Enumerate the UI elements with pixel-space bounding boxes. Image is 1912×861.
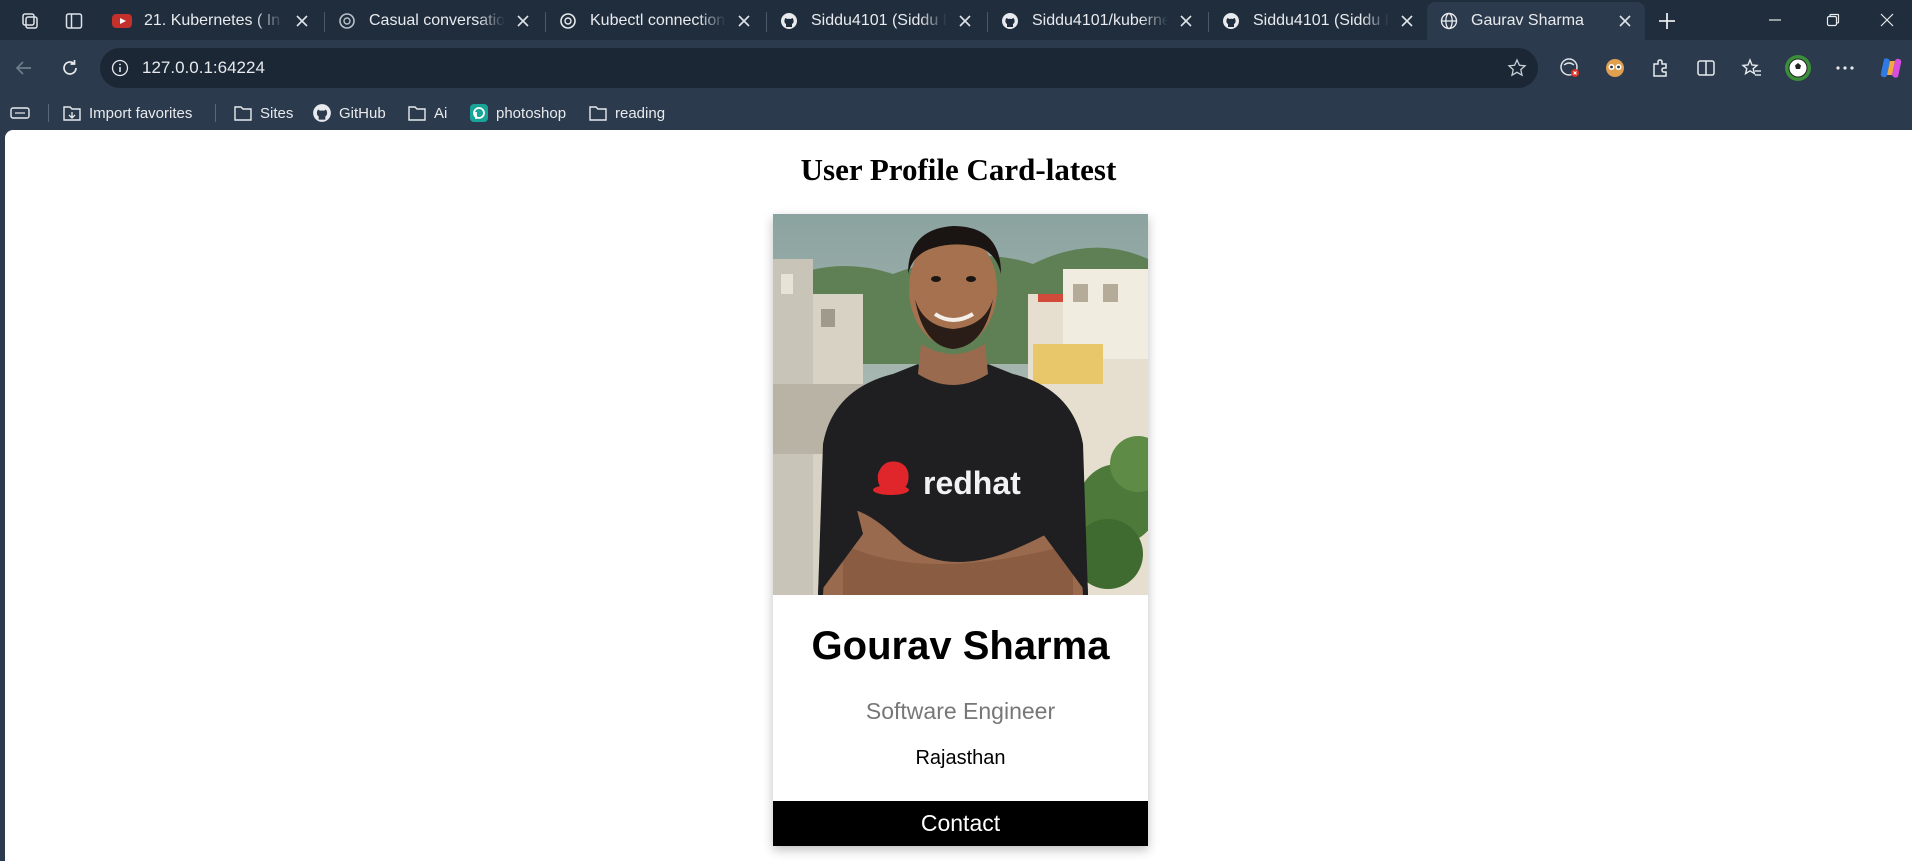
- bookmark-label: photoshop: [496, 104, 567, 122]
- extensions-puzzle-icon[interactable]: [1645, 53, 1675, 83]
- url-text[interactable]: 127.0.0.1:64224: [142, 58, 265, 78]
- close-tab-icon[interactable]: [955, 11, 975, 31]
- tab-title: Kubectl connection error: [590, 12, 726, 29]
- bookmark-import-favorites[interactable]: Import favorites: [62, 101, 192, 125]
- new-tab-plus-icon[interactable]: [1654, 8, 1680, 34]
- contact-button[interactable]: Contact: [773, 801, 1148, 846]
- chatgpt-icon: [558, 11, 578, 31]
- page-viewport: User Profile Card-latest redhat Gourav S…: [5, 130, 1912, 861]
- tablet-icon: [10, 103, 30, 123]
- tab-github-profile-2[interactable]: Siddu4101 (Siddu Patil): [1209, 2, 1427, 40]
- workspaces-icon[interactable]: [17, 8, 43, 34]
- tab-strip: 21. Kubernetes ( In Hindi ) Casual conve…: [0, 0, 1912, 40]
- tab-title: Gaurav Sharma: [1471, 12, 1584, 29]
- restore-icon[interactable]: [1804, 0, 1862, 40]
- bookmarks-bar: Import favorites Sites GitHub Ai photosh…: [0, 96, 1912, 130]
- site-info-icon[interactable]: [110, 58, 130, 78]
- bookmark-separator: [215, 104, 216, 122]
- close-tab-icon[interactable]: [734, 11, 754, 31]
- import-icon: [62, 103, 82, 123]
- tab-title: Siddu4101 (Siddu Patil): [1253, 12, 1389, 29]
- folder-icon: [233, 103, 253, 123]
- close-tab-icon[interactable]: [1397, 11, 1417, 31]
- profile-photo: redhat: [773, 214, 1148, 595]
- favorites-list-icon[interactable]: [1737, 53, 1767, 83]
- bookmark-folder-ai[interactable]: Ai: [407, 101, 447, 125]
- address-bar[interactable]: 127.0.0.1:64224: [100, 48, 1538, 88]
- chatgpt-icon: [337, 11, 357, 31]
- tab-kubectl-connection[interactable]: Kubectl connection error: [546, 2, 764, 40]
- folder-icon: [407, 103, 427, 123]
- refresh-icon[interactable]: [52, 50, 88, 86]
- photopea-icon: [469, 103, 489, 123]
- tab-title: Siddu4101 (Siddu Patil): [811, 12, 947, 29]
- close-tab-icon[interactable]: [513, 11, 533, 31]
- minimize-icon[interactable]: [1746, 0, 1804, 40]
- tracking-prevention-icon[interactable]: [1555, 53, 1585, 83]
- tab-kubernetes-video[interactable]: 21. Kubernetes ( In Hindi ): [100, 2, 322, 40]
- tab-github-profile[interactable]: Siddu4101 (Siddu Patil): [767, 2, 985, 40]
- profile-role: Software Engineer: [865, 698, 1056, 724]
- github-icon: [779, 11, 799, 31]
- tab-title: Siddu4101/kubernetes: [1032, 12, 1168, 29]
- profile-location: Rajasthan: [915, 747, 1006, 769]
- bookmark-separator: [48, 104, 49, 122]
- bookmark-label: GitHub: [339, 104, 386, 122]
- bookmark-label: Sites: [260, 104, 294, 122]
- split-screen-icon[interactable]: [1691, 53, 1721, 83]
- github-icon: [312, 103, 332, 123]
- navigation-toolbar: 127.0.0.1:64224: [0, 40, 1912, 96]
- profile-avatar-icon[interactable]: [1783, 53, 1813, 83]
- tab-title: Casual conversation starter: [369, 12, 505, 29]
- close-tab-icon[interactable]: [1615, 11, 1635, 31]
- tab-github-repo[interactable]: Siddu4101/kubernetes: [988, 2, 1206, 40]
- favorite-star-icon[interactable]: [1506, 57, 1528, 79]
- folder-icon: [588, 103, 608, 123]
- bookmark-label: reading: [615, 104, 666, 122]
- youtube-icon: [112, 11, 132, 31]
- vertical-tabs-icon[interactable]: [61, 8, 87, 34]
- bookmark-folder-sites[interactable]: Sites: [233, 101, 293, 125]
- profile-name: Gourav Sharma: [811, 624, 1110, 668]
- profile-card: redhat Gourav Sharma Software Engineer R…: [773, 214, 1148, 846]
- bookmark-photoshop[interactable]: photoshop: [469, 101, 566, 125]
- github-icon: [1221, 11, 1241, 31]
- bookmark-github[interactable]: GitHub: [312, 101, 386, 125]
- more-options-icon[interactable]: [1830, 53, 1860, 83]
- bookmark-folder-reading[interactable]: reading: [588, 101, 665, 125]
- github-icon: [1000, 11, 1020, 31]
- bookmark-label: Import favorites: [89, 104, 193, 122]
- page-title: User Profile Card-latest: [800, 152, 1117, 187]
- shirt-logo-text: redhat: [923, 465, 1021, 501]
- globe-icon: [1439, 11, 1459, 31]
- extension-owl-icon[interactable]: [1600, 53, 1630, 83]
- close-tab-icon[interactable]: [292, 11, 312, 31]
- copilot-icon[interactable]: [1876, 53, 1906, 83]
- bookmarks-toggle-icon[interactable]: [10, 101, 37, 125]
- back-arrow-icon[interactable]: [6, 50, 42, 86]
- tab-title: 21. Kubernetes ( In Hindi ): [144, 12, 284, 29]
- bookmark-label: Ai: [434, 104, 448, 122]
- tab-casual-conversation[interactable]: Casual conversation starter: [325, 2, 543, 40]
- close-tab-icon[interactable]: [1176, 11, 1196, 31]
- tab-gaurav-sharma[interactable]: Gaurav Sharma: [1427, 2, 1645, 40]
- close-window-icon[interactable]: [1862, 0, 1912, 40]
